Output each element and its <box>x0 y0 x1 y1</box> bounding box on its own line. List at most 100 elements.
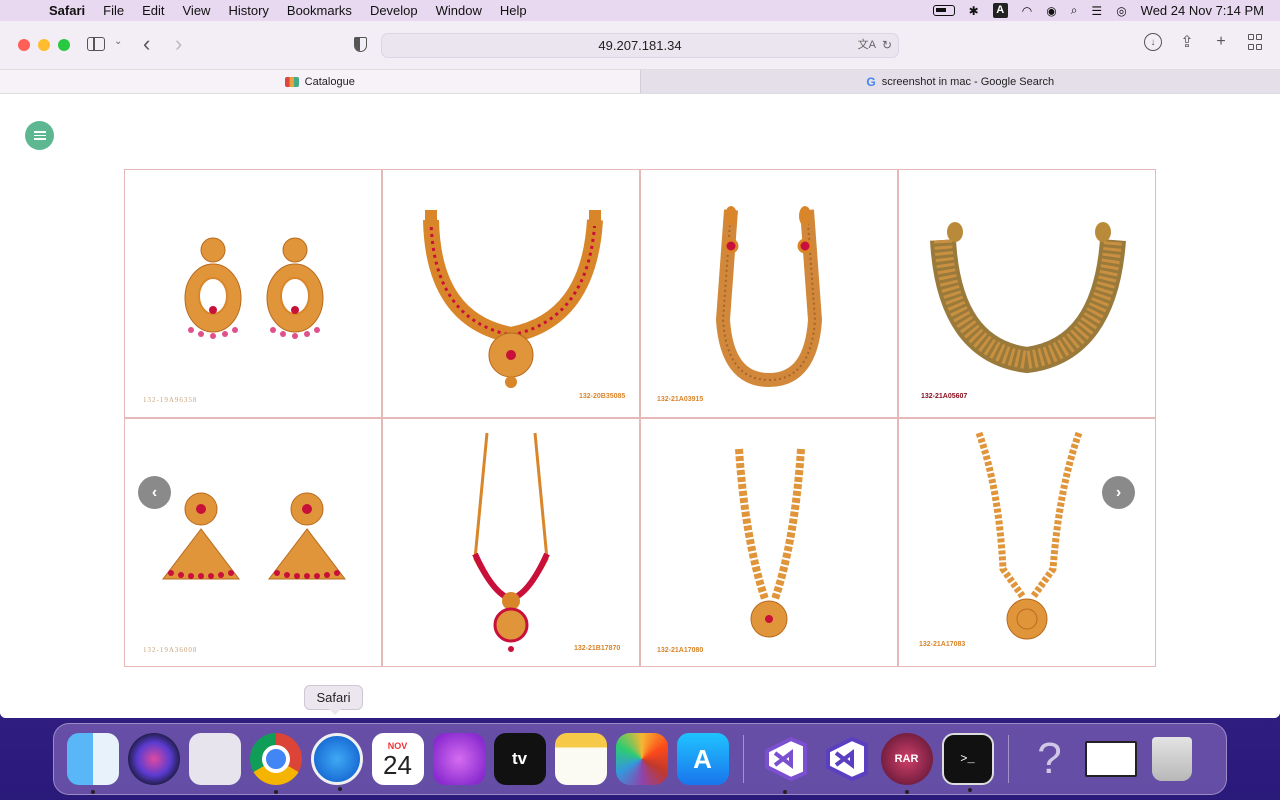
tab-overview-icon[interactable] <box>1246 33 1264 51</box>
chrome-icon[interactable] <box>249 733 302 794</box>
menu-window[interactable]: Window <box>427 3 491 18</box>
screenshot-window-icon[interactable] <box>1084 733 1137 785</box>
product-card[interactable]: 132-21A17083 <box>898 418 1156 667</box>
wifi-icon[interactable]: ◠ <box>1022 4 1032 18</box>
new-tab-icon[interactable]: + <box>1212 33 1230 51</box>
sku-label: 132-21A03915 <box>657 396 704 403</box>
menu-help[interactable]: Help <box>491 3 536 18</box>
terminal-icon[interactable]: >_ <box>941 733 994 792</box>
tab-title: screenshot in mac - Google Search <box>881 75 1055 88</box>
sku-label: 132-21A17083 <box>919 641 966 648</box>
back-button[interactable]: ‹ <box>143 31 150 57</box>
visual-studio-code-icon[interactable] <box>820 733 872 785</box>
visual-studio-icon[interactable] <box>759 733 811 794</box>
page-content: 132-19A96358 132-20B35085 132-21A03915 1… <box>0 94 1280 718</box>
trash-icon[interactable] <box>1146 733 1198 785</box>
siri-icon[interactable] <box>127 733 180 785</box>
menu-bookmarks[interactable]: Bookmarks <box>278 3 361 18</box>
reload-icon[interactable]: ↻ <box>882 34 892 57</box>
pendant-chain-image <box>735 448 805 638</box>
earrings-image <box>184 237 324 339</box>
sku-label: 132-21B17870 <box>574 645 621 652</box>
tab-bar: Catalogue G screenshot in mac - Google S… <box>0 69 1280 94</box>
browser-toolbar: ⌄ ‹ › 49.207.181.34 文A ↻ ↓ ⇪ + <box>0 21 1280 69</box>
downloads-icon[interactable]: ↓ <box>1144 33 1162 51</box>
user-icon[interactable]: ◉ <box>1046 4 1056 18</box>
necklace-image <box>423 210 603 388</box>
menu-edit[interactable]: Edit <box>133 3 173 18</box>
url-text: 49.207.181.34 <box>598 38 682 53</box>
necklace-image <box>930 222 1126 374</box>
sku-label: 132-21A05607 <box>921 393 968 400</box>
siri-icon[interactable]: ◎ <box>1116 4 1126 18</box>
photos-icon[interactable] <box>615 733 668 785</box>
tv-label: tv <box>511 749 528 768</box>
long-chain-image <box>715 206 823 388</box>
menu-history[interactable]: History <box>219 3 277 18</box>
bluetooth-icon[interactable]: ✱ <box>969 4 979 18</box>
sku-label: 132-19A36008 <box>143 646 198 654</box>
calendar-icon[interactable]: NOV 24 <box>371 733 424 785</box>
input-source-icon[interactable]: A <box>992 3 1008 18</box>
menu-app-safari[interactable]: Safari <box>40 3 94 18</box>
dock-tooltip: Safari <box>304 685 363 715</box>
rar-extractor-icon[interactable]: RAR <box>880 733 933 794</box>
sku-label: 132-21A17080 <box>657 647 704 654</box>
safari-window: ⌄ ‹ › 49.207.181.34 文A ↻ ↓ ⇪ + Catalogue… <box>0 21 1280 718</box>
catalogue-favicon-icon <box>284 76 299 87</box>
next-page-button[interactable]: › <box>1102 476 1135 509</box>
tab-catalogue[interactable]: Catalogue <box>0 70 640 93</box>
privacy-shield-icon[interactable] <box>354 37 367 52</box>
minimize-window-button[interactable] <box>38 39 50 51</box>
terminal-prompt: >_ <box>960 752 975 766</box>
chevron-down-icon[interactable]: ⌄ <box>114 36 122 47</box>
google-favicon-icon: G <box>866 74 876 89</box>
sidebar-toggle-icon[interactable] <box>87 37 105 51</box>
spotlight-search-icon[interactable]: ⌕ <box>1071 3 1078 18</box>
toolbar-right: ↓ ⇪ + <box>1144 33 1264 51</box>
pendant-chain-image <box>472 432 550 652</box>
app-store-icon[interactable]: A <box>676 733 729 785</box>
product-card[interactable]: 132-19A36008 <box>124 418 382 667</box>
apple-tv-icon[interactable]: tv <box>493 733 546 785</box>
previous-page-button[interactable]: ‹ <box>138 476 171 509</box>
forward-button[interactable]: › <box>175 31 182 57</box>
tab-title: Catalogue <box>304 75 355 88</box>
dock: NOV 24 tv A RAR >_ ? <box>53 723 1227 795</box>
hamburger-menu-button[interactable] <box>25 121 54 150</box>
help-glyph: ? <box>1037 734 1062 783</box>
dock-separator <box>743 735 744 783</box>
product-card[interactable]: 132-21B17870 <box>382 418 640 667</box>
window-controls <box>0 39 70 51</box>
pendant-chain-image <box>975 431 1083 640</box>
notes-icon[interactable] <box>554 733 607 785</box>
clock[interactable]: Wed 24 Nov 7:14 PM <box>1141 3 1264 18</box>
catalogue-grid: 132-19A96358 132-20B35085 132-21A03915 1… <box>124 169 1156 667</box>
product-card[interactable]: 132-21A17080 <box>640 418 898 667</box>
menu-view[interactable]: View <box>174 3 220 18</box>
product-card[interactable]: 132-21A03915 <box>640 169 898 418</box>
menu-bar: Safari File Edit View History Bookmarks … <box>0 0 1280 21</box>
close-window-button[interactable] <box>18 39 30 51</box>
translate-icon[interactable]: 文A <box>858 34 876 57</box>
help-icon[interactable]: ? <box>1024 733 1076 785</box>
rar-label: RAR <box>894 753 919 765</box>
sku-label: 132-19A96358 <box>143 396 198 404</box>
safari-icon[interactable] <box>310 733 363 791</box>
product-card[interactable]: 132-20B35085 <box>382 169 640 418</box>
menu-file[interactable]: File <box>94 3 133 18</box>
battery-icon[interactable] <box>932 5 955 16</box>
tab-google-search[interactable]: G screenshot in mac - Google Search <box>639 70 1280 93</box>
product-card[interactable]: 132-19A96358 <box>124 169 382 418</box>
podcasts-icon[interactable] <box>432 733 485 785</box>
zoom-window-button[interactable] <box>58 39 70 51</box>
product-card[interactable]: 132-21A05607 <box>898 169 1156 418</box>
launchpad-icon[interactable] <box>188 733 241 785</box>
finder-icon[interactable] <box>66 733 119 794</box>
address-bar[interactable]: 49.207.181.34 文A ↻ <box>381 33 899 58</box>
sku-label: 132-20B35085 <box>579 393 626 400</box>
menu-develop[interactable]: Develop <box>361 3 427 18</box>
share-icon[interactable]: ⇪ <box>1178 33 1196 51</box>
control-center-icon[interactable]: ☰ <box>1091 4 1102 18</box>
calendar-day: 24 <box>383 750 412 780</box>
